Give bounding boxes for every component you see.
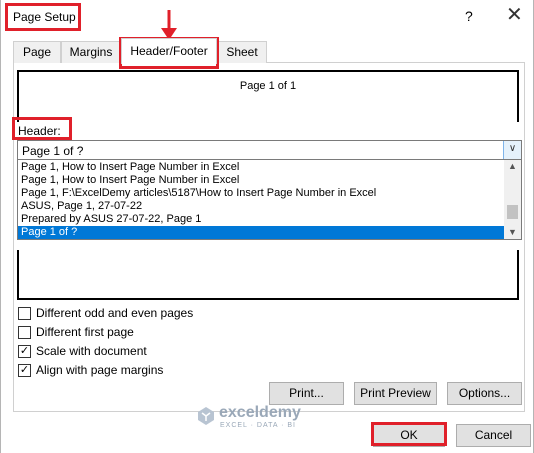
header-dropdown[interactable]: Page 1 of ? ∨ (17, 140, 522, 160)
options-button[interactable]: Options... (447, 382, 522, 405)
watermark-name: exceldemy (219, 404, 301, 421)
list-item[interactable]: ASUS, Page 1, 27-07-22 (18, 200, 504, 213)
header-preview: Page 1 of 1 (17, 70, 519, 122)
header-dropdown-value: Page 1 of ? (22, 144, 84, 158)
checkbox-box[interactable] (18, 307, 31, 320)
tab-header-footer[interactable]: Header/Footer (121, 38, 217, 64)
footer-preview (17, 250, 519, 300)
close-icon[interactable]: ✕ (506, 5, 523, 25)
list-item[interactable]: Prepared by ASUS 27-07-22, Page 1 (18, 213, 504, 226)
list-item[interactable]: Page 1, F:\ExcelDemy articles\5187\How t… (18, 187, 504, 200)
list-scrollbar[interactable]: ▲ ▼ (504, 160, 521, 239)
scroll-down-icon[interactable]: ▼ (504, 226, 521, 239)
scrollbar-thumb[interactable] (507, 205, 518, 219)
cancel-button[interactable]: Cancel (456, 424, 531, 447)
page-setup-dialog: Page Setup ? ✕ Page Margins Header/Foote… (0, 0, 534, 453)
print-button[interactable]: Print... (269, 382, 344, 405)
checkbox-label: Align with page margins (36, 363, 164, 377)
highlight-box-ok (371, 422, 447, 446)
list-item[interactable]: Page 1, How to Insert Page Number in Exc… (18, 161, 504, 174)
checkmark-icon[interactable]: ✓ (18, 364, 31, 377)
scroll-up-icon[interactable]: ▲ (504, 160, 521, 173)
tab-sheet[interactable]: Sheet (217, 41, 267, 63)
chevron-down-icon[interactable]: ∨ (503, 141, 521, 159)
help-icon[interactable]: ? (465, 8, 473, 24)
list-item-selected[interactable]: Page 1 of ? (18, 226, 504, 239)
checkmark-icon[interactable]: ✓ (18, 345, 31, 358)
checkbox-box[interactable] (18, 326, 31, 339)
checkbox-label: Different first page (36, 325, 134, 339)
print-preview-button[interactable]: Print Preview (354, 382, 437, 405)
tab-margins[interactable]: Margins (61, 41, 121, 63)
list-item[interactable]: Page 1, How to Insert Page Number in Exc… (18, 174, 504, 187)
highlight-box-title (5, 3, 81, 31)
checkbox-label: Scale with document (36, 344, 147, 358)
exceldemy-logo-icon (198, 407, 214, 425)
header-preview-text: Page 1 of 1 (239, 80, 297, 92)
checkbox-label: Different odd and even pages (36, 306, 194, 320)
watermark-tagline: EXCEL · DATA · BI (220, 422, 296, 429)
highlight-box-header-label (12, 117, 72, 140)
header-options-list[interactable]: Page 1, How to Insert Page Number in Exc… (17, 159, 522, 240)
tab-page[interactable]: Page (13, 41, 61, 63)
